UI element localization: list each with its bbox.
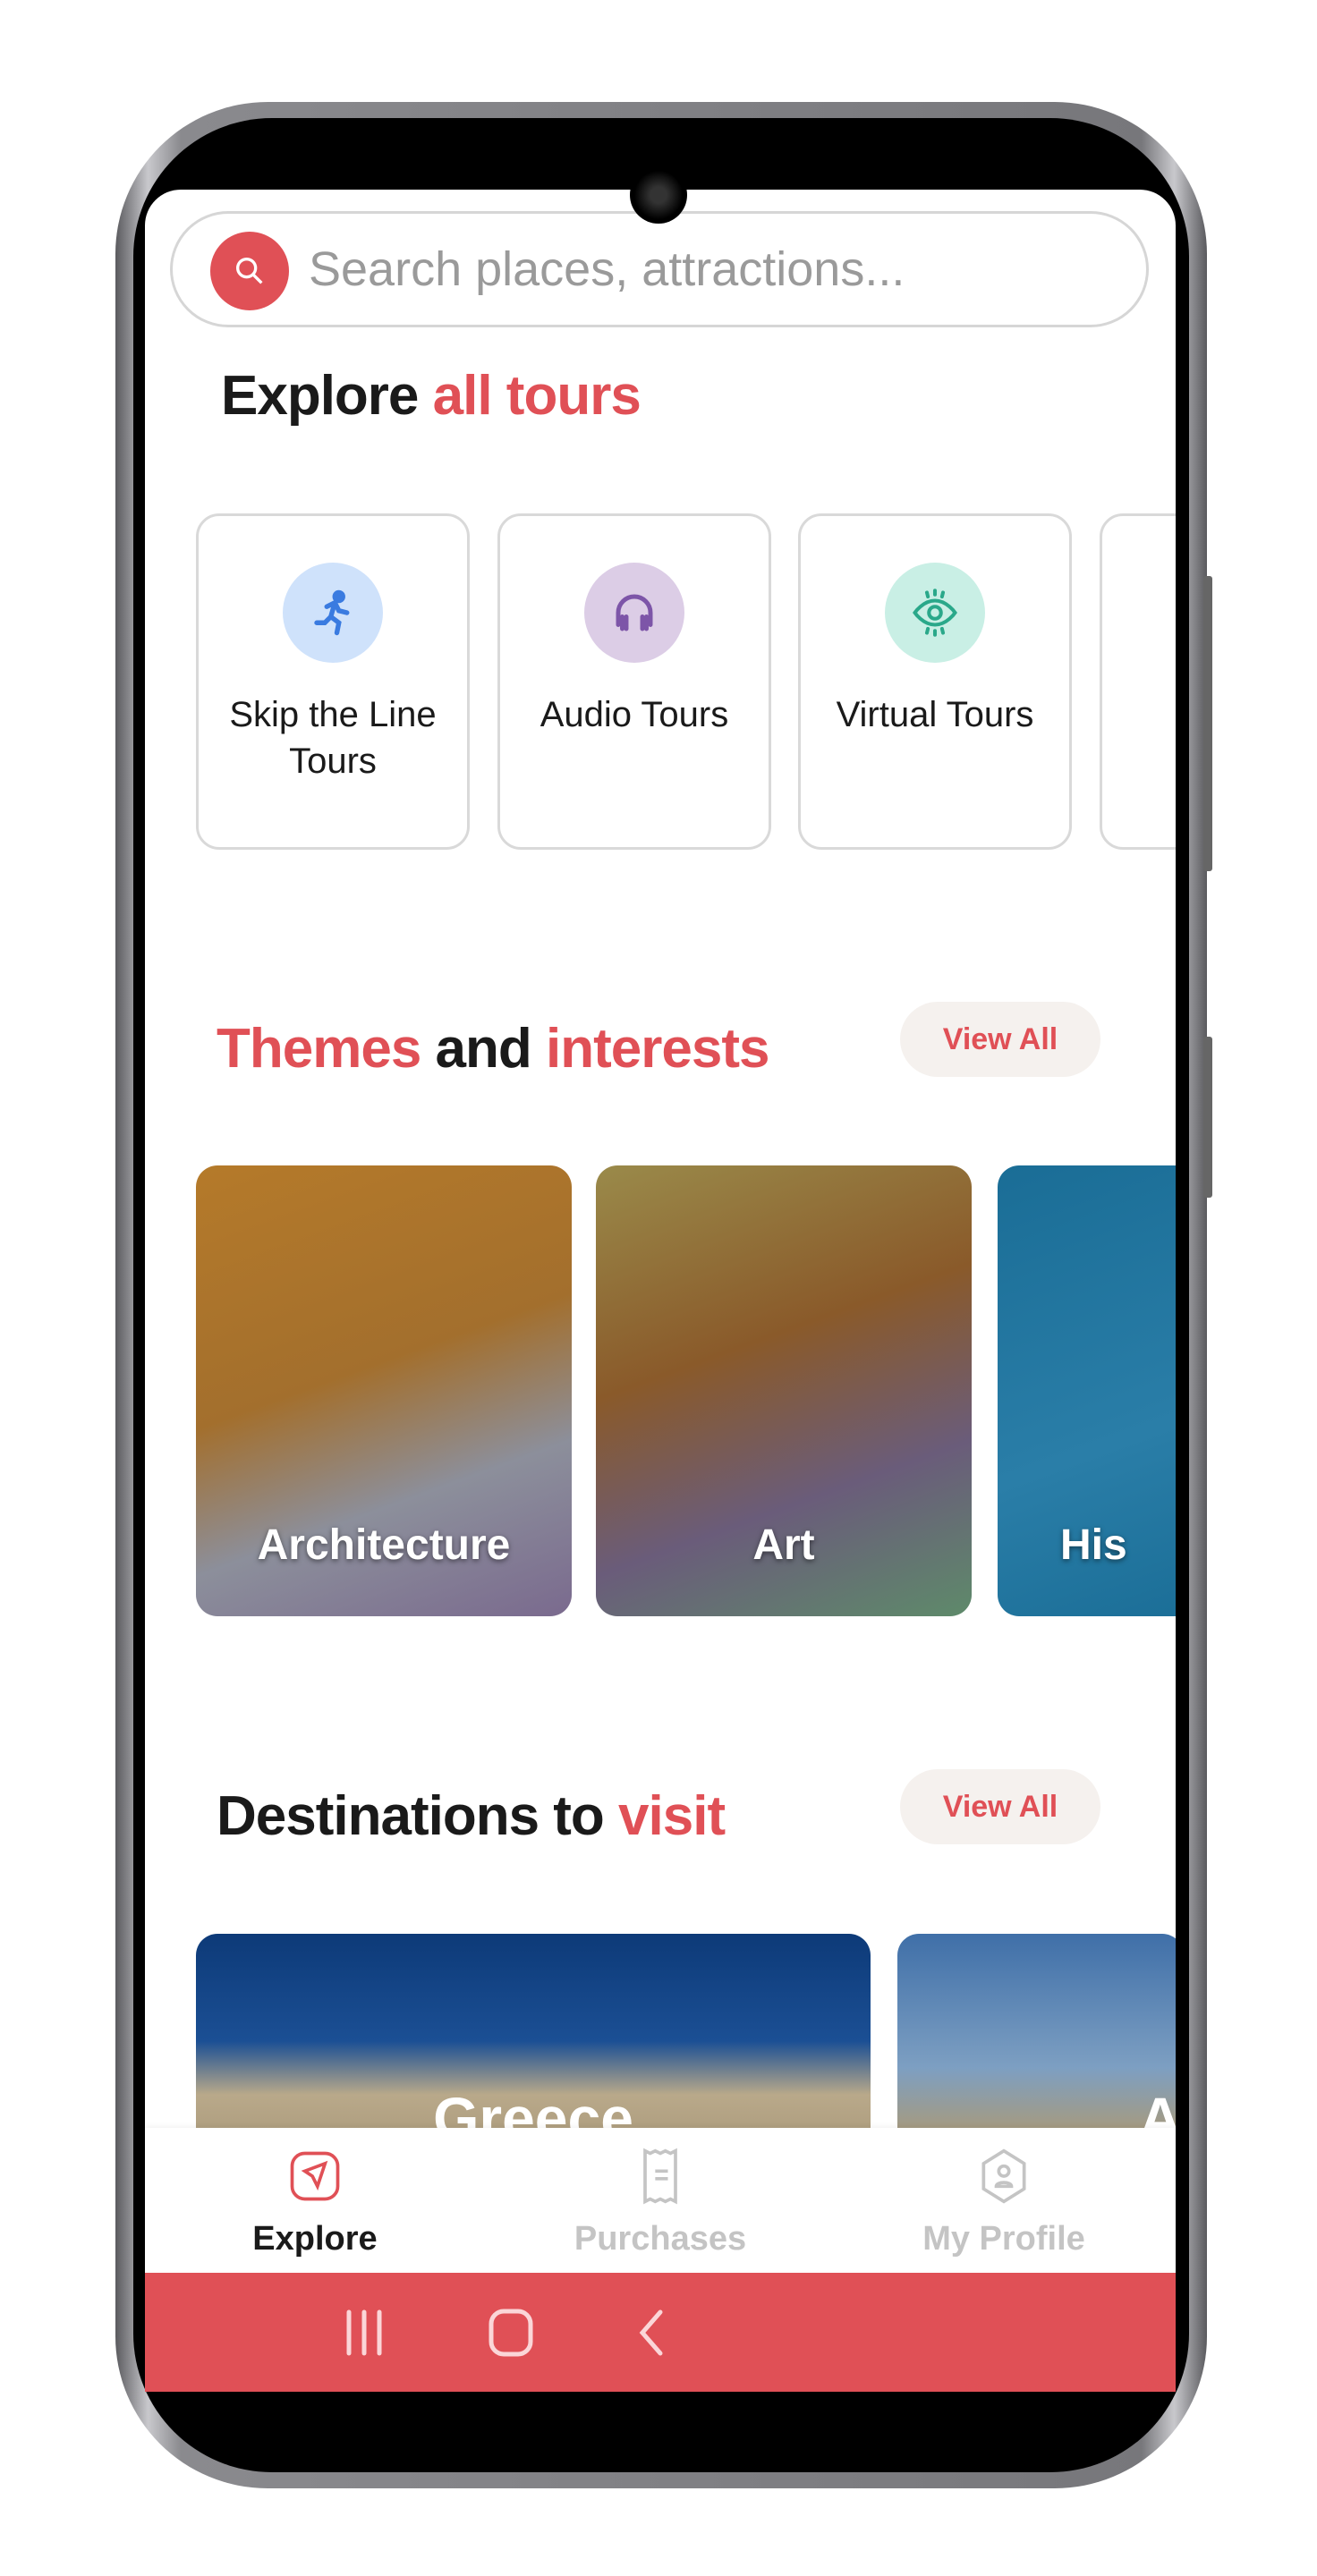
- home-button[interactable]: [487, 2309, 535, 2357]
- category-partial[interactable]: [1100, 513, 1176, 850]
- receipt-icon: [643, 2148, 677, 2205]
- search-button[interactable]: [210, 232, 289, 310]
- nav-label: My Profile: [922, 2220, 1085, 2258]
- destinations-heading: Destinations to visit: [217, 1784, 726, 1848]
- category-label: Audio Tours: [540, 695, 729, 734]
- explore-heading: Explore all tours: [221, 364, 642, 428]
- category-label: Skip the Line Tours: [229, 695, 437, 781]
- heading-part: Explore: [221, 365, 433, 427]
- nav-purchases[interactable]: Purchases: [544, 2146, 777, 2258]
- theme-card-architecture[interactable]: Architecture: [196, 1165, 572, 1616]
- category-skip-the-line[interactable]: Skip the Line Tours: [196, 513, 470, 850]
- category-audio[interactable]: Audio Tours: [497, 513, 771, 850]
- theme-card-art[interactable]: Art: [596, 1165, 972, 1616]
- profile-icon: [981, 2148, 1026, 2204]
- nav-label: Purchases: [574, 2220, 747, 2258]
- themes-heading: Themes and interests: [217, 1017, 769, 1080]
- search-icon: [236, 258, 263, 284]
- system-navigation-bar: [145, 2273, 1176, 2392]
- running-person-icon: [283, 563, 383, 663]
- theme-label: His: [1060, 1521, 1127, 1569]
- back-button[interactable]: [633, 2309, 669, 2357]
- front-camera: [630, 166, 687, 224]
- search-input[interactable]: [309, 233, 1114, 305]
- theme-label: Art: [752, 1521, 815, 1569]
- heading-part: Destinations to: [217, 1785, 619, 1847]
- theme-label: Architecture: [257, 1521, 511, 1569]
- heading-accent: interests: [546, 1018, 769, 1080]
- recent-apps-button[interactable]: [342, 2309, 387, 2357]
- headphones-icon: [584, 563, 684, 663]
- nav-label: Explore: [252, 2220, 378, 2258]
- explore-icon: [290, 2151, 340, 2201]
- nav-my-profile[interactable]: My Profile: [888, 2146, 1120, 2258]
- search-bar[interactable]: [170, 211, 1149, 327]
- heading-accent: all tours: [432, 365, 642, 427]
- themes-view-all-button[interactable]: View All: [900, 1002, 1100, 1077]
- category-virtual[interactable]: Virtual Tours: [798, 513, 1072, 850]
- theme-card-history[interactable]: His: [998, 1165, 1176, 1616]
- power-button: [1203, 1037, 1212, 1198]
- volume-button: [1203, 576, 1212, 871]
- heading-accent: visit: [618, 1785, 726, 1847]
- heading-accent: Themes: [217, 1018, 421, 1080]
- bottom-navigation: Explore Purchases My Profile: [145, 2128, 1176, 2273]
- category-label: Virtual Tours: [836, 695, 1034, 734]
- heading-part: and: [421, 1018, 547, 1080]
- nav-explore[interactable]: Explore: [199, 2146, 431, 2258]
- eye-icon: [885, 563, 985, 663]
- app-screen: Explore all tours Skip the Line Tours Au…: [145, 190, 1176, 2392]
- destinations-view-all-button[interactable]: View All: [900, 1769, 1100, 1844]
